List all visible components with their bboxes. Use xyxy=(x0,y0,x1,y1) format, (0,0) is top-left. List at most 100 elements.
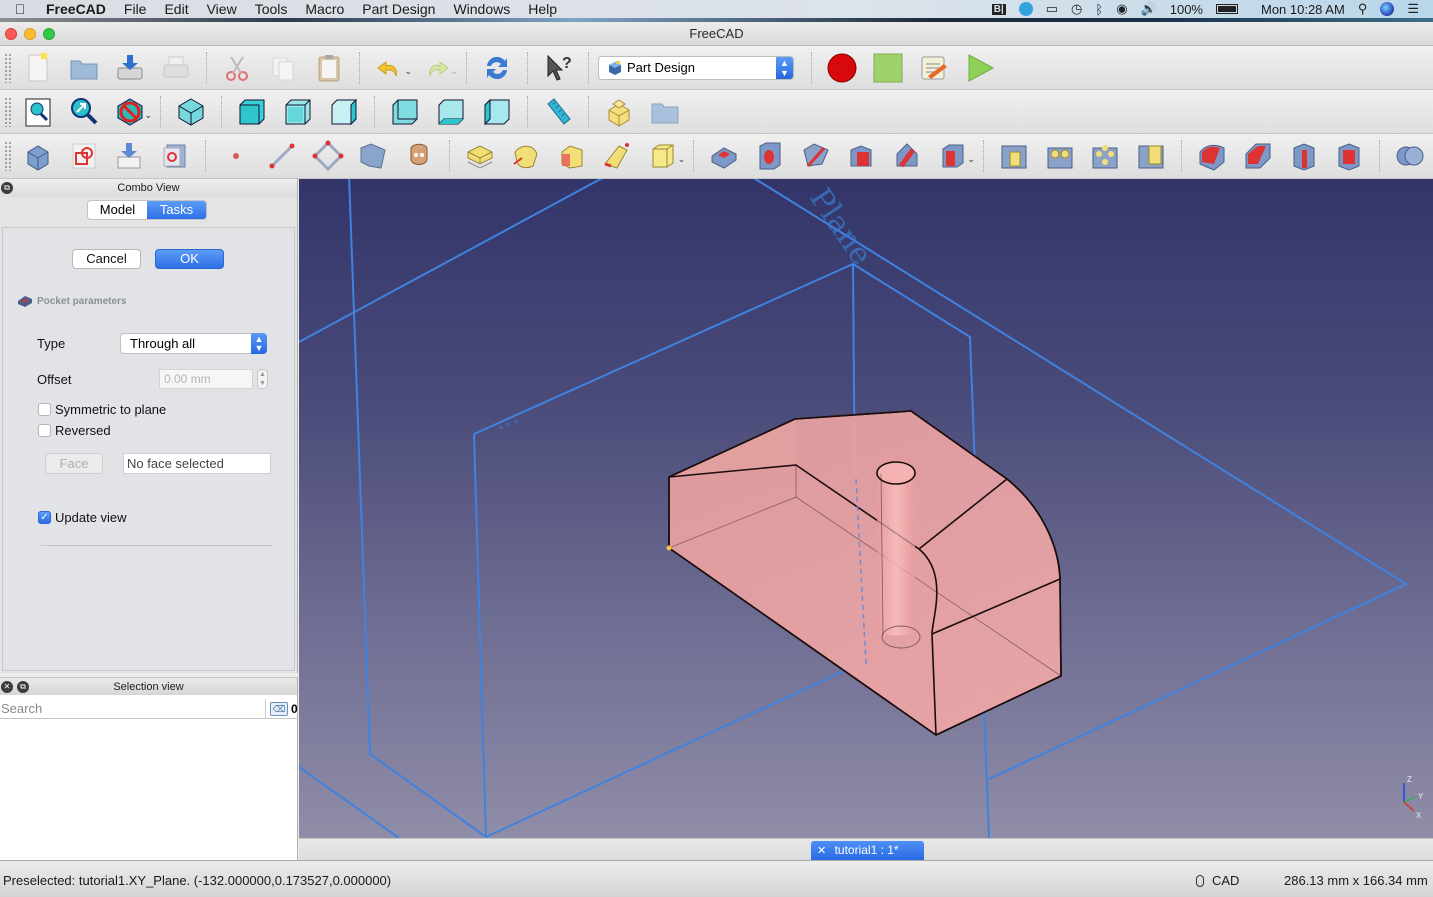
additive-primitive-button[interactable]: ⌄ xyxy=(644,137,685,175)
redo-button[interactable]: ⌄ xyxy=(417,49,458,87)
symmetric-to-plane-checkbox[interactable]: Symmetric to plane xyxy=(38,402,166,417)
clear-search-icon[interactable]: ⌫ xyxy=(270,701,288,716)
menu-windows[interactable]: Windows xyxy=(444,1,519,17)
datum-line-button[interactable] xyxy=(263,137,301,175)
right-view-button[interactable] xyxy=(325,93,363,131)
clock[interactable]: Mon 10:28 AM xyxy=(1261,2,1345,17)
chevron-down-icon[interactable]: ⌄ xyxy=(450,66,458,77)
pad-button[interactable] xyxy=(461,137,499,175)
macro-edit-button[interactable] xyxy=(915,49,953,87)
top-view-button[interactable] xyxy=(279,93,317,131)
refresh-button[interactable] xyxy=(478,49,516,87)
battery-icon[interactable] xyxy=(1215,4,1238,14)
boolean-button[interactable] xyxy=(1391,137,1429,175)
whats-this-button[interactable]: ? xyxy=(539,49,577,87)
tab-model[interactable]: Model xyxy=(88,201,147,219)
menu-app-name[interactable]: FreeCAD xyxy=(40,1,115,17)
face-button[interactable]: Face xyxy=(45,453,103,474)
create-body-button[interactable] xyxy=(19,137,57,175)
spotlight-search-icon[interactable]: ⚲ xyxy=(1358,1,1368,17)
menu-view[interactable]: View xyxy=(198,1,246,17)
offset-input[interactable]: 0.00 mm xyxy=(159,369,253,389)
clone-button[interactable] xyxy=(400,137,438,175)
cancel-button[interactable]: Cancel xyxy=(72,249,141,269)
mirrored-button[interactable] xyxy=(995,137,1033,175)
bottom-view-button[interactable] xyxy=(432,93,470,131)
print-button[interactable] xyxy=(157,49,195,87)
additive-loft-button[interactable] xyxy=(553,137,591,175)
chevron-down-icon[interactable]: ⌄ xyxy=(144,110,152,121)
checkbox-box[interactable] xyxy=(38,403,51,416)
toolbar-grip[interactable] xyxy=(4,52,12,83)
chevron-down-icon[interactable]: ⌄ xyxy=(404,66,412,77)
float-dock-icon[interactable]: ⧉ xyxy=(17,681,29,693)
fillet-button[interactable] xyxy=(1193,137,1231,175)
menu-part-design[interactable]: Part Design xyxy=(353,1,444,17)
menu-macro[interactable]: Macro xyxy=(296,1,353,17)
update-view-checkbox[interactable]: ✓ Update view xyxy=(38,510,127,525)
attachment-button[interactable] xyxy=(156,137,194,175)
menu-help[interactable]: Help xyxy=(519,1,566,17)
apple-menu-icon[interactable]:  xyxy=(0,1,40,17)
airplay-icon[interactable]: ▭ xyxy=(1046,1,1058,17)
updown-chevron-icon[interactable]: ▲ ▼ xyxy=(776,56,793,79)
wifi-icon[interactable]: ◉ xyxy=(1116,1,1127,17)
checkmark-icon[interactable]: ✓ xyxy=(38,511,51,524)
3d-scene[interactable]: Plane ••• Z Y X xyxy=(299,179,1433,838)
draft-button[interactable] xyxy=(1285,137,1323,175)
front-view-button[interactable] xyxy=(233,93,271,131)
volume-icon[interactable]: 🔊 xyxy=(1141,1,1157,17)
menu-tools[interactable]: Tools xyxy=(246,1,297,17)
polar-pattern-button[interactable] xyxy=(1086,137,1124,175)
workbench-selector[interactable]: Part Design ▲ ▼ xyxy=(598,55,794,80)
window-zoom-button[interactable] xyxy=(43,28,55,40)
cut-button[interactable] xyxy=(218,49,256,87)
measure-distance-button[interactable] xyxy=(539,93,577,131)
close-dock-icon[interactable]: ✕ xyxy=(1,681,13,693)
new-document-button[interactable] xyxy=(19,49,57,87)
chevron-down-icon[interactable]: ⌄ xyxy=(967,154,975,165)
float-dock-icon[interactable]: ⧉ xyxy=(1,182,13,194)
open-document-button[interactable] xyxy=(65,49,103,87)
create-part-button[interactable] xyxy=(600,93,638,131)
subtractive-loft-button[interactable] xyxy=(843,137,881,175)
revolution-button[interactable] xyxy=(507,137,545,175)
seafile-icon[interactable] xyxy=(1018,2,1033,16)
datum-point-button[interactable] xyxy=(217,137,255,175)
fit-all-button[interactable] xyxy=(19,93,57,131)
window-minimize-button[interactable] xyxy=(24,28,36,40)
window-close-button[interactable] xyxy=(5,28,17,40)
type-select[interactable]: Through all ▲ ▼ xyxy=(120,333,267,354)
subtractive-primitive-button[interactable]: ⌄ xyxy=(934,137,975,175)
3d-viewport[interactable]: Plane ••• Z Y X xyxy=(299,179,1433,838)
navigation-style-selector[interactable]: CAD xyxy=(1196,873,1239,888)
face-field[interactable]: No face selected xyxy=(123,453,271,474)
draw-style-button[interactable]: ⌄ xyxy=(111,93,152,131)
document-tab[interactable]: ✕ tutorial1 : 1* xyxy=(811,841,924,860)
selection-search-input[interactable]: Search xyxy=(0,699,266,718)
updown-chevron-icon[interactable]: ▲ ▼ xyxy=(251,333,267,354)
paste-button[interactable] xyxy=(310,49,348,87)
notification-center-icon[interactable]: ☰ xyxy=(1407,1,1419,17)
tab-tasks[interactable]: Tasks xyxy=(147,201,206,219)
chevron-down-icon[interactable]: ⌄ xyxy=(678,154,686,165)
validate-sketch-button[interactable] xyxy=(111,137,149,175)
checkbox-box[interactable] xyxy=(38,424,51,437)
time-machine-icon[interactable]: ◷ xyxy=(1071,1,1082,17)
subtractive-pipe-button[interactable] xyxy=(888,137,926,175)
fit-selection-button[interactable] xyxy=(65,93,103,131)
additive-pipe-button[interactable] xyxy=(599,137,637,175)
shape-binder-button[interactable] xyxy=(355,137,393,175)
rear-view-button[interactable] xyxy=(386,93,424,131)
undo-button[interactable]: ⌄ xyxy=(371,49,412,87)
chamfer-button[interactable] xyxy=(1239,137,1277,175)
isometric-view-button[interactable] xyxy=(172,93,210,131)
left-view-button[interactable] xyxy=(478,93,516,131)
menu-file[interactable]: File xyxy=(115,1,156,17)
close-tab-icon[interactable]: ✕ xyxy=(817,845,826,857)
thickness-button[interactable] xyxy=(1330,137,1368,175)
create-group-button[interactable] xyxy=(646,93,684,131)
ok-button[interactable]: OK xyxy=(155,249,224,269)
copy-button[interactable] xyxy=(264,49,302,87)
offset-spinner[interactable]: ▲ ▼ xyxy=(257,369,268,389)
